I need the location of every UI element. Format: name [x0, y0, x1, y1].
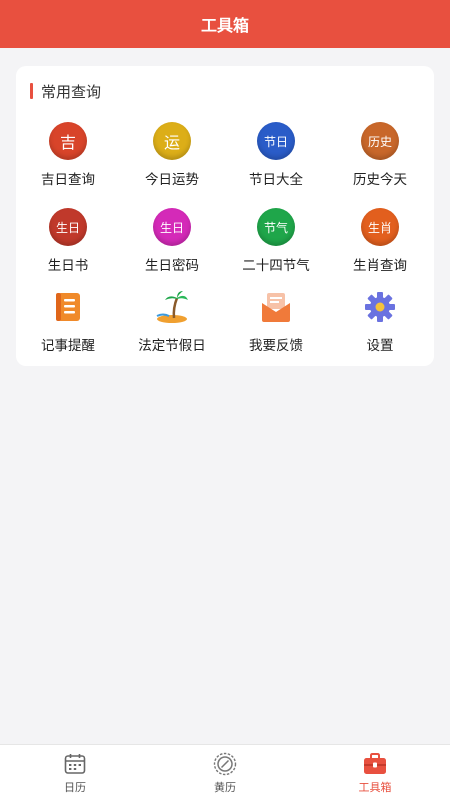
notebook-icon — [56, 293, 80, 321]
tool-label: 我要反馈 — [249, 338, 303, 354]
tool-feedback[interactable]: 我要反馈 — [224, 288, 328, 368]
tool-label: 生日密码 — [145, 258, 199, 274]
almanac-icon — [213, 752, 237, 775]
tool-label: 今日运势 — [145, 172, 199, 188]
tool-label: 记事提醒 — [41, 338, 95, 354]
tab-label: 黄历 — [214, 780, 236, 794]
tab-label: 日历 — [64, 780, 86, 794]
tool-label: 节日大全 — [249, 172, 303, 188]
bottom-tab-bar: 日历 黄历 工具箱 — [0, 744, 450, 801]
tool-fortune[interactable]: 运 今日运势 — [120, 122, 224, 202]
fortune-icon: 运 — [153, 122, 191, 160]
tools-card: 常用查询 吉 吉日查询 运 今日运势 节日 节日大全 历史 历史今天 生日 生日… — [16, 66, 434, 366]
section-header: 常用查询 — [30, 82, 102, 101]
tool-label: 二十四节气 — [242, 258, 310, 274]
tool-zodiac[interactable]: 生肖 生肖查询 — [328, 208, 432, 288]
tab-toolbox[interactable]: 工具箱 — [300, 745, 450, 801]
feedback-envelope-icon — [262, 293, 290, 322]
holiday-beach-icon — [156, 291, 188, 323]
tool-solar-terms[interactable]: 节气 二十四节气 — [224, 208, 328, 288]
tab-almanac[interactable]: 黄历 — [150, 745, 300, 801]
section-title: 常用查询 — [41, 82, 102, 101]
tool-history[interactable]: 历史 历史今天 — [328, 122, 432, 202]
tool-legal-holidays[interactable]: 法定节假日 — [120, 288, 224, 368]
tool-birthday-book[interactable]: 生日 生日书 — [16, 208, 120, 288]
birthday-book-icon: 生日 — [49, 208, 87, 246]
tool-label: 设置 — [366, 338, 394, 354]
tool-settings[interactable]: 设置 — [328, 288, 432, 368]
calendar-icon — [64, 753, 86, 774]
tool-birthday-code[interactable]: 生日 生日密码 — [120, 208, 224, 288]
tool-festival[interactable]: 节日 节日大全 — [224, 122, 328, 202]
lucky-day-icon: 吉 — [49, 122, 87, 160]
app-header: 工具箱 — [0, 0, 450, 48]
history-icon: 历史 — [361, 122, 399, 160]
tool-lucky-day[interactable]: 吉 吉日查询 — [16, 122, 120, 202]
tab-label: 工具箱 — [358, 780, 392, 794]
tool-notes-reminder[interactable]: 记事提醒 — [16, 288, 120, 368]
solar-terms-icon: 节气 — [257, 208, 295, 246]
birthday-code-icon: 生日 — [153, 208, 191, 246]
zodiac-icon: 生肖 — [361, 208, 399, 246]
toolbox-icon — [364, 752, 386, 774]
tool-label: 法定节假日 — [138, 338, 206, 354]
settings-gear-icon — [365, 292, 395, 322]
section-accent-bar — [30, 83, 33, 99]
page-title: 工具箱 — [200, 16, 249, 35]
tool-label: 吉日查询 — [41, 172, 95, 188]
tool-label: 生肖查询 — [353, 258, 407, 274]
festival-icon: 节日 — [257, 122, 295, 160]
tool-label: 历史今天 — [353, 172, 407, 188]
tab-calendar[interactable]: 日历 — [0, 745, 150, 801]
tool-label: 生日书 — [47, 258, 89, 274]
